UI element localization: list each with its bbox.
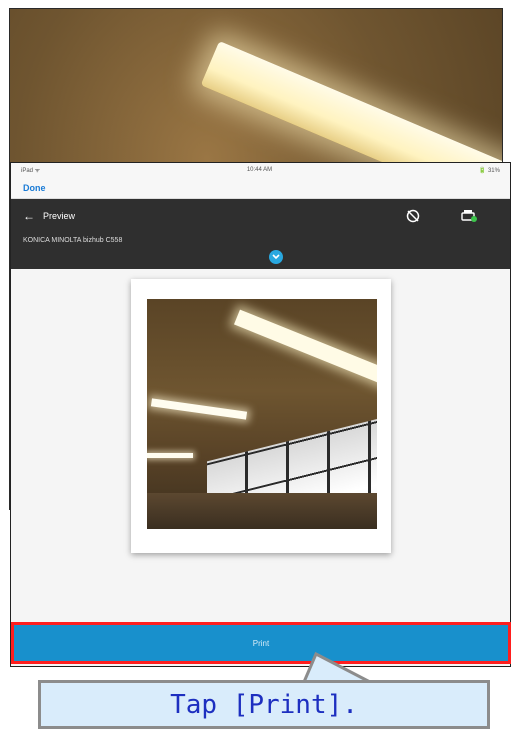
done-bar: Done	[11, 177, 510, 199]
preview-title: Preview	[43, 211, 76, 221]
callout-pointer	[300, 651, 420, 684]
toolbar-row: ← Preview	[11, 199, 510, 233]
back-arrow-icon[interactable]: ←	[23, 209, 35, 223]
print-button-label: Print	[252, 638, 270, 648]
status-time: 10:44 AM	[246, 167, 273, 173]
status-carrier: iPad ᯤ	[21, 168, 41, 174]
print-preview-page	[131, 279, 391, 553]
print-button[interactable]: Print	[11, 622, 511, 664]
done-button[interactable]: Done	[23, 183, 46, 193]
photo-ceiling-light	[147, 453, 193, 458]
preview-area	[11, 269, 510, 666]
instruction-callout: Tap [Print].	[38, 680, 490, 729]
preview-photo	[147, 299, 377, 529]
no-preview-icon[interactable]	[404, 209, 422, 223]
printer-settings-icon[interactable]	[460, 209, 478, 223]
photo-floor	[147, 493, 377, 529]
expand-chevron-icon[interactable]	[269, 250, 283, 264]
instruction-text: Tap [Print].	[170, 689, 358, 720]
printer-name: KONICA MINOLTA bizhub C558	[23, 236, 123, 244]
status-battery: 🔋 31%	[478, 167, 500, 174]
preview-toolbar: ← Preview KONICA MINOLTA bizhub C558	[11, 199, 510, 269]
status-bar: iPad ᯤ 10:44 AM 🔋 31%	[11, 163, 510, 177]
photo-ceiling-light	[150, 398, 248, 420]
photo-ceiling-light	[234, 309, 377, 389]
ipad-screen: iPad ᯤ 10:44 AM 🔋 31% Done ← Preview KON…	[10, 162, 511, 667]
toolbar-actions	[404, 209, 478, 223]
